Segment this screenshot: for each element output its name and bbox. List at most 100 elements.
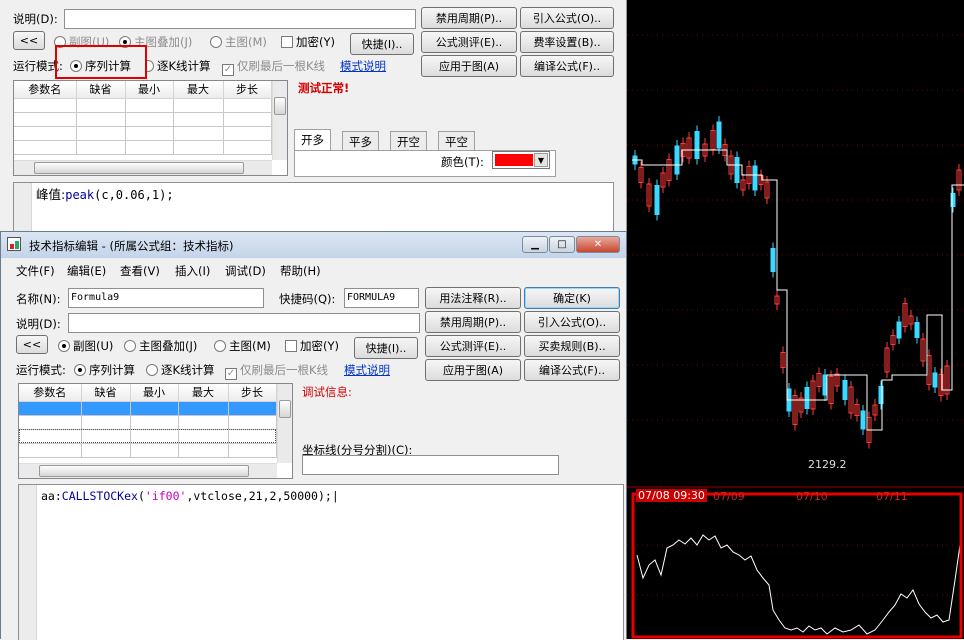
grid-header[interactable]: 缺省: [76, 81, 126, 99]
apply-to-chart-button[interactable]: 应用于图(A): [425, 359, 521, 381]
back-disable-period-button[interactable]: 禁用周期(P)..: [421, 7, 517, 29]
table-row[interactable]: [19, 415, 277, 430]
back-param-grid[interactable]: 参数名 缺省 最小 最大 步长: [13, 80, 288, 176]
tab-close-short[interactable]: 平空: [438, 131, 475, 151]
name-label: 名称(N):: [16, 292, 61, 306]
back-fee-settings-button[interactable]: 费率设置(B)..: [520, 31, 614, 53]
radio-sub-chart[interactable]: 副图(U): [58, 338, 113, 354]
back-apply-to-chart-button[interactable]: 应用于图(A): [421, 55, 517, 77]
confirm-button[interactable]: 确定(K): [524, 287, 620, 309]
table-row[interactable]: [14, 140, 272, 155]
table-row[interactable]: [19, 429, 277, 444]
candle-body: [694, 131, 700, 159]
grid-header[interactable]: 参数名: [19, 384, 82, 402]
menu-view[interactable]: 查看(V): [120, 263, 160, 279]
table-row[interactable]: [19, 443, 277, 458]
menu-edit[interactable]: 编辑(E): [67, 263, 106, 279]
radio-icon: [214, 340, 226, 352]
mode-help-link[interactable]: 模式说明: [344, 362, 390, 378]
tab-close-long[interactable]: 平多: [342, 131, 379, 151]
table-row-selected[interactable]: [19, 401, 277, 416]
grid-header[interactable]: 最大: [178, 384, 229, 402]
title-bar[interactable]: 技术指标编辑 - (所属公式组：技术指标) ▁ □ ✕: [1, 232, 626, 258]
minimize-button[interactable]: ▁: [522, 236, 548, 253]
code-line: 峰值:peak(c,0.06,1);: [36, 184, 174, 203]
maximize-button[interactable]: □: [549, 236, 575, 253]
candle-body: [752, 165, 758, 191]
collapse-button[interactable]: <<: [16, 335, 48, 354]
back-compile-formula-button[interactable]: 编译公式(F)..: [520, 55, 614, 77]
shortcut-code-input[interactable]: FORMULA9: [344, 288, 419, 308]
back-desc-input[interactable]: [64, 9, 416, 29]
grid-header[interactable]: 步长: [228, 384, 277, 402]
shortcut-button[interactable]: 快捷(I)..: [354, 337, 418, 359]
tab-open-long[interactable]: 开多: [294, 129, 331, 151]
back-color-picker[interactable]: ▼: [492, 151, 550, 169]
back-encrypt-checkbox[interactable]: 加密(Y): [281, 34, 335, 50]
menu-insert[interactable]: 插入(I): [175, 263, 210, 279]
grid-horizontal-scrollbar[interactable]: [19, 463, 277, 478]
candle-body: [896, 321, 902, 339]
grid-header[interactable]: 最小: [125, 81, 174, 99]
radio-sequence-calc[interactable]: 序列计算: [74, 362, 135, 378]
checkbox-label: 加密(Y): [296, 35, 335, 49]
grid-header[interactable]: 缺省: [81, 384, 131, 402]
table-row[interactable]: [14, 112, 272, 127]
usage-note-button[interactable]: 用法注释(R)..: [425, 287, 521, 309]
import-formula-button[interactable]: 引入公式(O)..: [524, 311, 620, 333]
encrypt-checkbox[interactable]: 加密(Y): [285, 338, 339, 354]
grid-header[interactable]: 最大: [173, 81, 224, 99]
back-status-text: 测试正常!: [298, 81, 350, 95]
grid-horizontal-scrollbar[interactable]: [14, 160, 272, 175]
back-code-editor[interactable]: 峰值:peak(c,0.06,1);: [13, 182, 614, 232]
back-refresh-last-checkbox[interactable]: ✓ 仅刷最后一根K线: [222, 58, 325, 76]
menu-debug[interactable]: 调试(D): [225, 263, 266, 279]
scroll-thumb[interactable]: [34, 162, 244, 174]
back-mode-help-link[interactable]: 模式说明: [340, 58, 386, 74]
back-import-formula-button[interactable]: 引入公式(O)..: [520, 7, 614, 29]
chevron-down-icon[interactable]: ▼: [534, 153, 548, 167]
compile-formula-button[interactable]: 编译公式(F)..: [524, 359, 620, 381]
disable-period-button[interactable]: 禁用周期(P)..: [425, 311, 521, 333]
code-editor[interactable]: aa:CALLSTOCKex('if00',vtclose,21,2,50000…: [18, 484, 624, 640]
back-collapse-button[interactable]: <<: [13, 31, 45, 50]
candlestick-chart[interactable]: [627, 0, 964, 639]
scroll-thumb[interactable]: [279, 400, 291, 418]
checkbox-icon: [281, 36, 293, 48]
radio-label: 副图(U): [73, 339, 114, 353]
refresh-last-checkbox[interactable]: ✓ 仅刷最后一根K线: [225, 362, 328, 380]
grid-header[interactable]: 步长: [223, 81, 272, 99]
param-grid[interactable]: 参数名 缺省 最小 最大 步长: [18, 383, 293, 479]
back-dialog: 说明(D): 禁用周期(P).. 引入公式(O).. << 副图(U) 主图叠加…: [0, 0, 627, 232]
desc-input[interactable]: [68, 313, 420, 333]
radio-label: 逐K线计算: [161, 363, 215, 377]
grid-vertical-scrollbar[interactable]: [277, 384, 292, 463]
grid-header[interactable]: 参数名: [14, 81, 77, 99]
table-row[interactable]: [14, 98, 272, 113]
radio-main-overlay[interactable]: 主图叠加(J): [124, 338, 197, 354]
scroll-thumb[interactable]: [39, 465, 249, 477]
scroll-thumb[interactable]: [274, 97, 286, 115]
radio-kline-calc[interactable]: 逐K线计算: [146, 362, 215, 378]
menu-file[interactable]: 文件(F): [16, 263, 55, 279]
radio-label: 主图(M): [229, 339, 271, 353]
grid-vertical-scrollbar[interactable]: [272, 81, 287, 160]
back-desc-label: 说明(D):: [13, 12, 58, 26]
close-button[interactable]: ✕: [576, 236, 620, 253]
back-radio-kline-calc[interactable]: 逐K线计算: [147, 58, 211, 74]
back-formula-test-button[interactable]: 公式测评(E)..: [421, 31, 517, 53]
tab-open-short[interactable]: 开空: [390, 131, 427, 151]
formula-test-button[interactable]: 公式测评(E)..: [425, 335, 521, 357]
menu-help[interactable]: 帮助(H): [280, 263, 321, 279]
time-label-1: 07/09: [713, 490, 745, 503]
table-row[interactable]: [14, 126, 272, 141]
back-shortcut-button[interactable]: 快捷(I)..: [350, 33, 414, 55]
grid-header-row: 参数名 缺省 最小 最大 步长: [14, 81, 272, 99]
name-input[interactable]: Formula9: [68, 288, 264, 308]
back-radio-sequence-calc[interactable]: 序列计算: [70, 58, 131, 74]
back-radio-main-chart[interactable]: 主图(M): [210, 34, 267, 50]
radio-main-chart[interactable]: 主图(M): [214, 338, 271, 354]
axis-lines-input[interactable]: [302, 455, 559, 475]
grid-header[interactable]: 最小: [130, 384, 179, 402]
trade-rules-button[interactable]: 买卖规则(B)..: [524, 335, 620, 357]
